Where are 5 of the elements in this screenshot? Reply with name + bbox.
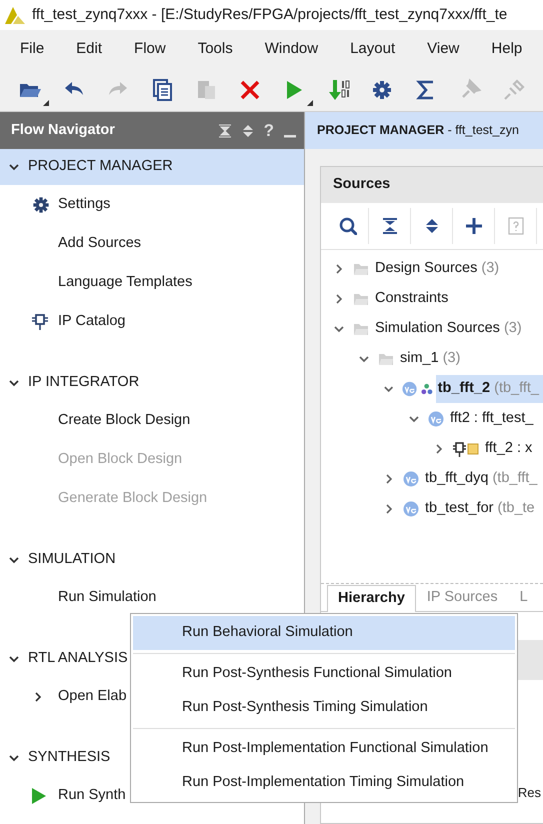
column-header: Res bbox=[518, 784, 542, 802]
panel-title: Sources bbox=[333, 175, 390, 194]
panel-title: Flow Navigator bbox=[11, 120, 116, 140]
panel-title: PROJECT MANAGER - fft_test_zyn bbox=[317, 122, 519, 140]
window-title: fft_test_zynq7xxx - [E:/StudyRes/FPGA/projects/fft_test_zynq7xxx/fft_te bbox=[32, 4, 508, 25]
